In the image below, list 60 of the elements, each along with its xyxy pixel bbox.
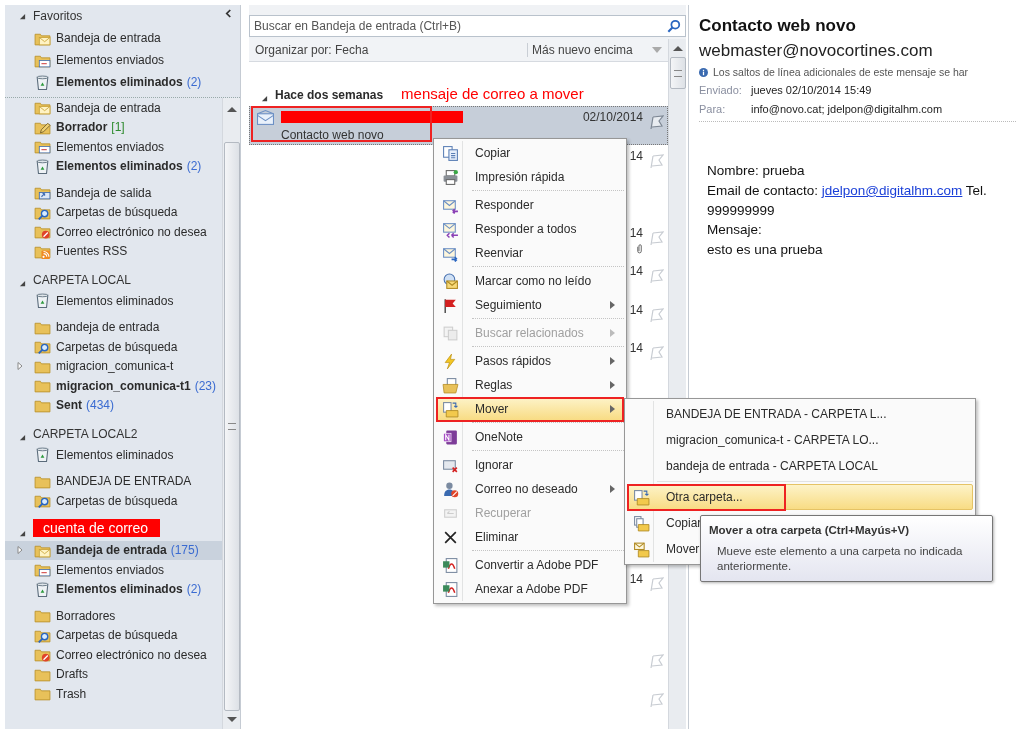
item-count: (2) [186, 159, 202, 174]
folder-name: Borrador [56, 120, 108, 135]
folder-name: Carpetas de búsqueda [56, 205, 178, 220]
body-text-line: Mensaje: [707, 221, 763, 240]
message-title: Contacto web novo [699, 15, 857, 37]
message-date: 14 [629, 302, 643, 317]
folder-name: Elementos eliminados [56, 447, 174, 462]
message-date: 14 [629, 572, 643, 586]
field-value: jueves 02/10/2014 15:49 [751, 83, 872, 98]
message-date: 14 [629, 225, 643, 240]
folder-name: Bandeja de entrada [56, 543, 167, 558]
body-text-line: Email de contacto: jdelpon@digitalhm.com Tel. [707, 181, 988, 200]
folder-name: Elementos enviados [56, 53, 165, 67]
folder-name: Bandeja de entrada [56, 31, 161, 45]
group-header: Hace dos semanas [275, 88, 384, 102]
folder-name: Sent [56, 398, 82, 413]
folder-name: BANDEJA DE ENTRADA [56, 474, 192, 489]
field-value: info@novo.cat; jdelpon@digitalhm.com [751, 102, 943, 117]
folder-name: Elementos eliminados [56, 75, 183, 89]
folder-name: Carpetas de búsqueda [56, 493, 178, 508]
item-count: [1] [111, 120, 125, 135]
field-label: Enviado: [699, 83, 743, 98]
folder-name: Drafts [56, 667, 88, 682]
item-count: (434) [86, 398, 115, 413]
tooltip-title: Mover a otra carpeta (Ctrl+Mayús+V) [709, 524, 911, 536]
message-subject: Contacto web novo [280, 128, 385, 142]
folder-name: Carpetas de búsqueda [56, 628, 178, 643]
item-count: (2) [186, 582, 202, 597]
annotation-label: cuenta de correo [33, 518, 161, 537]
folder-name: Carpetas de búsqueda [56, 339, 178, 354]
folder-name: bandeja de entrada [56, 320, 160, 335]
folder-name: migracion_comunica-t [56, 359, 174, 374]
field-label: Para: [699, 102, 727, 117]
folder-name: Elementos eliminados [56, 582, 183, 597]
body-text-line: 999999999 [707, 201, 776, 220]
folder-name: Elementos eliminados [56, 159, 183, 174]
sender-address: webmaster@novocortines.com [699, 40, 934, 62]
folder-name: Correo electrónico no desea [56, 224, 207, 239]
item-count: (23) [194, 378, 217, 393]
item-count: (175) [170, 543, 199, 558]
message-date: 14 [629, 148, 643, 163]
folder-name: Correo electrónico no desea [56, 647, 207, 662]
annotation-label: mensaje de correo a mover [401, 85, 584, 102]
body-text-line: Nombre: prueba [707, 162, 806, 180]
folder-name: Elementos enviados [56, 562, 165, 577]
info-message: Los saltos de línea adicionales de este mensaje se har [713, 66, 969, 78]
tooltip-text: Mueve este elemento a una carpeta no indicada anteriormente. [716, 544, 964, 574]
message-date: 02/10/2014 [582, 110, 643, 124]
folder-name: Bandeja de entrada [56, 100, 161, 115]
item-count: (2) [186, 75, 202, 89]
message-date: 14 [629, 341, 643, 355]
folder-name: Elementos enviados [56, 139, 165, 154]
message-date: 14 [629, 264, 643, 278]
folder-name: Trash [56, 686, 87, 701]
folder-name: Fuentes RSS [56, 244, 128, 259]
body-text-line: esto es una prueba [707, 241, 824, 260]
folder-name: Bandeja de salida [56, 185, 152, 200]
folder-name: Elementos eliminados [56, 293, 174, 308]
folder-name: migracion_comunica-t1 [56, 378, 191, 393]
folder-name: Borradores [56, 608, 116, 623]
